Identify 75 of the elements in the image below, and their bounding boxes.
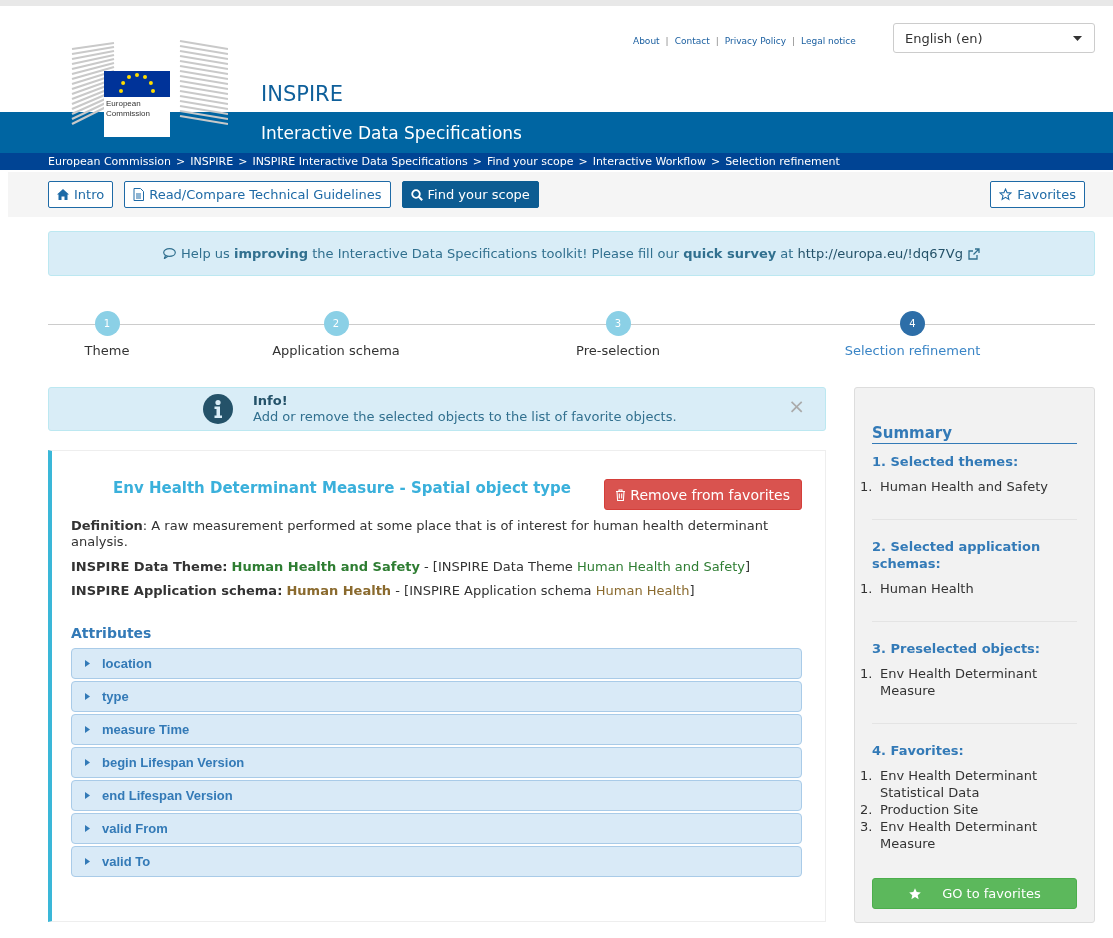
relation-text: INSPIRE Application schema: Human Health - [INSPIRE Application schema Human Health] [71, 583, 696, 598]
step-label[interactable]: Application schema [272, 343, 400, 358]
summary-item: Env Health Determinant Measure [880, 665, 1039, 699]
summary-item: Human Health [880, 580, 974, 597]
remove-favorite-button[interactable]: Remove from favorites [604, 479, 802, 510]
star-icon [908, 886, 923, 901]
attribute-row[interactable]: valid To [71, 846, 802, 877]
nav-button[interactable]: Intro [48, 181, 114, 208]
caret-down-icon [1073, 35, 1082, 41]
breadcrumb-link[interactable]: Find your scope [486, 155, 574, 168]
star-icon [999, 188, 1013, 201]
attribute-row[interactable]: begin Lifespan Version [71, 747, 802, 778]
info-text: Add or remove the selected objects to the list of favorite objects. [253, 409, 677, 425]
attribute-row[interactable]: valid From [71, 813, 802, 844]
attribute-row[interactable]: type [71, 681, 802, 712]
info-icon [203, 394, 233, 424]
definition-text: Definition: A raw measurement performed at some place that is of interest for human health determinant analysis. [71, 518, 770, 550]
step-number[interactable]: 4 [900, 311, 925, 336]
header-link[interactable]: Contact [674, 36, 710, 46]
language-select[interactable]: English (en) [893, 23, 1095, 53]
summary-item: Human Health and Safety [880, 478, 1048, 495]
list-number: 1. [860, 478, 874, 495]
breadcrumb-link[interactable]: INSPIRE Interactive Data Specifications [252, 155, 468, 168]
attribute-row[interactable]: measure Time [71, 714, 802, 745]
list-number: 1. [860, 580, 874, 597]
trash-icon [615, 488, 627, 501]
header-link[interactable]: About [633, 36, 660, 46]
document-icon [133, 188, 145, 201]
external-link-icon [968, 247, 980, 260]
summary-heading: 1. Selected themes: [872, 453, 1020, 470]
site-title: INSPIRE [261, 82, 343, 106]
breadcrumb-link[interactable]: European Commission [48, 155, 171, 168]
nav-button[interactable]: Find your scope [401, 181, 539, 208]
attributes-heading: Attributes [71, 625, 153, 641]
header-link[interactable]: Privacy Policy [724, 36, 787, 46]
object-title: Env Health Determinant Measure - Spatial object type [113, 479, 572, 497]
survey-link[interactable]: http://europa.eu/!dq67Vg [797, 246, 963, 261]
header-link[interactable]: Legal notice [801, 36, 856, 46]
attribute-row[interactable]: end Lifespan Version [71, 780, 802, 811]
summary-item: Env Health Determinant Statistical Data [880, 767, 1039, 801]
favorites-button[interactable]: Favorites [990, 181, 1085, 208]
list-number: 1. [860, 767, 874, 785]
breadcrumb-link[interactable]: Interactive Workflow [592, 155, 706, 168]
list-number: 2. [860, 801, 874, 818]
summary-heading: 3. Preselected objects: [872, 640, 1042, 657]
breadcrumb-separator: > [472, 155, 482, 168]
summary-item: Production Site [880, 801, 979, 818]
logo-caption: European Commission [104, 97, 170, 137]
speech-bubble-icon [163, 248, 176, 259]
link-separator: | [715, 36, 719, 46]
link-separator: | [665, 36, 669, 46]
summary-title: Summary [872, 424, 1077, 444]
breadcrumb-separator: > [710, 155, 721, 168]
relation-text: INSPIRE Data Theme: Human Health and Safety - [INSPIRE Data Theme Human Health and Safety] [71, 559, 752, 574]
breadcrumb-link[interactable]: INSPIRE [190, 155, 234, 168]
step-label[interactable]: Pre-selection [576, 343, 660, 358]
attribute-row[interactable]: location [71, 648, 802, 679]
breadcrumb-link[interactable]: Selection refinement [725, 155, 840, 168]
search-icon [410, 188, 423, 201]
breadcrumb-separator: > [176, 155, 186, 168]
nav-button[interactable]: Read/Compare Technical Guidelines [124, 181, 391, 208]
home-icon [57, 189, 69, 200]
breadcrumb-separator: > [578, 155, 588, 168]
breadcrumb-separator: > [238, 155, 248, 168]
summary-item: Env Health Determinant Measure [880, 818, 1039, 852]
summary-heading: 4. Favorites: [872, 742, 965, 759]
step-label[interactable]: Theme [84, 343, 130, 358]
list-number: 3. [860, 818, 874, 836]
info-title: Info! [253, 393, 289, 409]
step-label[interactable]: Selection refinement [844, 343, 981, 358]
survey-message: Help us improving the Interactive Data Specifications toolkit! Please fill our quick survey at http://europa.eu/!dq67Vg [181, 246, 963, 261]
summary-heading: 2. Selected application schemas: [872, 538, 1042, 572]
link-separator: | [792, 36, 796, 46]
list-number: 1. [860, 665, 874, 683]
site-subtitle: Interactive Data Specifications [261, 122, 522, 143]
